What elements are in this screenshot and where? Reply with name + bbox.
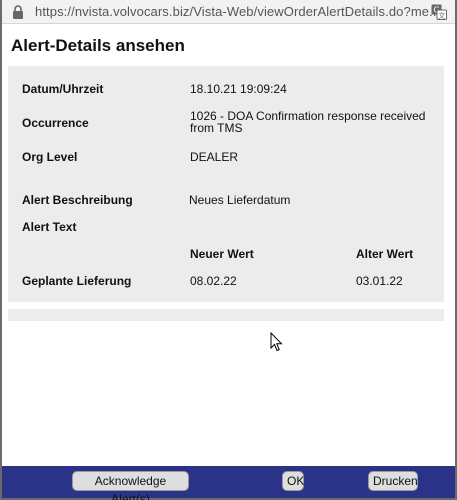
translate-icon[interactable]: G 文 [431,4,447,20]
datum-value: 18.10.21 19:09:24 [190,82,287,96]
ok-button[interactable]: OK [282,471,304,491]
acknowledge-alerts-button[interactable]: Acknowledge Alert(s) [72,471,189,500]
page-title: Alert-Details ansehen [11,36,185,55]
beschreibung-label: Alert Beschreibung [22,193,133,207]
planned-delivery-old-value: 03.01.22 [356,274,403,288]
browser-address-bar[interactable]: https://nvista.volvocars.biz/Vista-Web/v… [2,0,455,24]
org-level-label: Org Level [22,150,78,164]
planned-delivery-label: Geplante Lieferung [22,274,132,288]
occurrence-value: 1026 - DOA Confirmation response receive… [190,109,426,135]
url-text[interactable]: https://nvista.volvocars.biz/Vista-Web/v… [35,4,440,19]
org-level-value: DEALER [190,150,239,164]
footer-button-bar: Acknowledge Alert(s) OK Drucken [2,466,455,500]
alert-details-window: https://nvista.volvocars.biz/Vista-Web/v… [0,0,457,500]
occurrence-label: Occurrence [22,116,89,130]
planned-delivery-new-value: 08.02.22 [190,274,237,288]
lock-icon [13,5,23,19]
new-value-header: Neuer Wert [190,247,254,261]
secondary-panel [8,309,444,321]
datum-label: Datum/Uhrzeit [22,82,104,96]
svg-text:文: 文 [438,11,445,20]
print-button[interactable]: Drucken [368,471,418,491]
beschreibung-value: Neues Lieferdatum [189,193,291,207]
alert-text-label: Alert Text [22,220,77,234]
alert-details-panel: Datum/Uhrzeit 18.10.21 19:09:24 Occurren… [8,66,444,302]
mouse-cursor-icon [270,332,283,352]
old-value-header: Alter Wert [356,247,414,261]
